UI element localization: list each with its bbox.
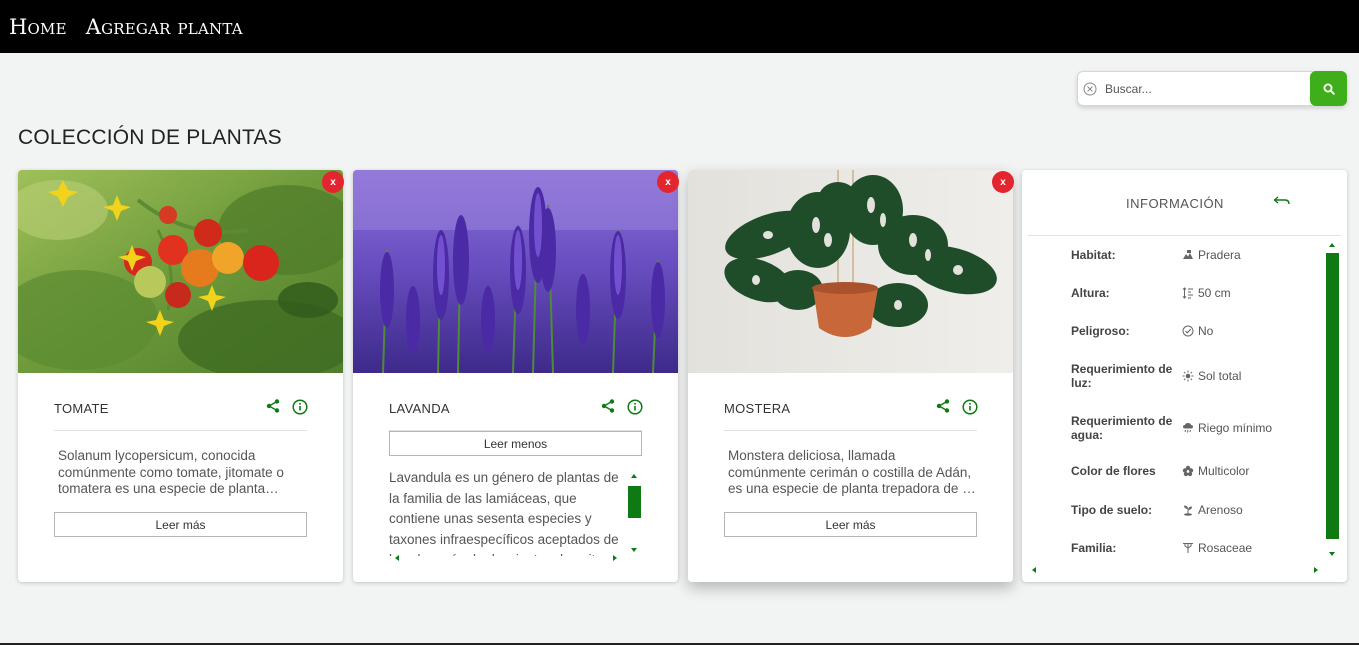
scroll-right-arrow-icon[interactable] (1314, 567, 1318, 573)
info-value: Arenoso (1198, 503, 1243, 517)
info-icon[interactable] (962, 399, 978, 415)
height-icon (1182, 287, 1194, 299)
info-row-color-flores: Color de flores Multicolor (1071, 464, 1321, 478)
info-label: Peligroso: (1071, 324, 1130, 338)
share-icon[interactable] (936, 399, 950, 415)
plant-card-mostera: x MOSTERA Monstera deliciosa, llamada co… (688, 170, 1014, 582)
read-more-button[interactable]: Leer más (54, 512, 307, 537)
vertical-scrollbar[interactable] (627, 468, 641, 556)
sprout-icon (1182, 504, 1194, 516)
horizontal-scrollbar[interactable] (389, 553, 621, 563)
info-value: Sol total (1198, 369, 1242, 383)
info-row-tipo-suelo: Tipo de suelo: Arenoso (1071, 503, 1321, 517)
info-value: Multicolor (1198, 464, 1250, 478)
info-panel-title: INFORMACIÓN (1126, 196, 1224, 211)
divider (724, 430, 977, 431)
landscape-icon (1182, 249, 1194, 261)
card-title: TOMATE (54, 401, 109, 416)
scroll-left-arrow-icon[interactable] (395, 555, 399, 561)
clear-search-icon[interactable] (1083, 82, 1097, 96)
info-label: Tipo de suelo: (1071, 503, 1153, 517)
info-icon[interactable] (627, 399, 643, 415)
scroll-down-arrow-icon[interactable] (631, 548, 637, 552)
plant-image-mostera (688, 170, 1013, 373)
page-title: COLECCIÓN DE PLANTAS (18, 126, 282, 149)
search-box (1077, 71, 1347, 106)
sun-icon (1182, 370, 1194, 382)
check-circle-icon (1182, 325, 1194, 337)
info-value: Pradera (1198, 248, 1241, 262)
info-label: Requerimiento de agua: (1071, 414, 1173, 442)
plant-card-tomate: x TOMATE Solanum lycopersicum, conocida … (18, 170, 344, 582)
info-icon[interactable] (292, 399, 308, 415)
info-value: No (1198, 324, 1214, 338)
scroll-down-arrow-icon[interactable] (1329, 552, 1335, 556)
scrollbar-thumb[interactable] (1326, 253, 1339, 539)
info-label: Familia: (1071, 541, 1117, 555)
vertical-scrollbar[interactable] (1325, 240, 1339, 558)
flower-icon (1182, 465, 1194, 477)
info-value: Riego mínimo (1198, 421, 1273, 435)
card-title: MOSTERA (724, 401, 791, 416)
delete-card-button[interactable]: x (992, 171, 1014, 193)
info-label: Altura: (1071, 286, 1110, 300)
info-value: 50 cm (1198, 286, 1231, 300)
top-navbar: Home Agregar planta (0, 0, 1359, 53)
info-row-altura: Altura: 50 cm (1071, 286, 1321, 300)
search-input[interactable] (1105, 81, 1300, 96)
plant-image-lavanda (353, 170, 678, 373)
info-label: Color de flores (1071, 464, 1156, 478)
delete-card-button[interactable]: x (322, 171, 344, 193)
divider (1028, 235, 1341, 236)
back-arrow-icon[interactable] (1273, 195, 1291, 207)
card-description: Lavandula es un género de plantas de la … (389, 470, 619, 556)
info-label: Requerimiento de luz: (1071, 362, 1173, 390)
scroll-right-arrow-icon[interactable] (613, 555, 617, 561)
plant-card-lavanda: x LAVANDA Leer menos Lavandula es un gén… (353, 170, 679, 582)
info-row-agua: Requerimiento de agua: Riego mínimo (1071, 414, 1321, 442)
divider (54, 430, 307, 431)
search-icon (1323, 83, 1335, 95)
horizontal-scrollbar[interactable] (1032, 565, 1322, 575)
plant-info-panel: INFORMACIÓN Habitat: Pradera Altura: 50 … (1022, 170, 1347, 582)
nav-home-link[interactable]: Home (9, 15, 67, 39)
scrollbar-thumb[interactable] (628, 486, 641, 518)
scroll-up-arrow-icon[interactable] (631, 474, 637, 478)
description-scroll-area[interactable]: Lavandula es un género de plantas de la … (389, 468, 641, 563)
family-tree-icon (1182, 542, 1194, 554)
scroll-up-arrow-icon[interactable] (1329, 243, 1335, 247)
delete-card-button[interactable]: x (657, 171, 679, 193)
plant-image-tomate (18, 170, 343, 373)
info-row-habitat: Habitat: Pradera (1071, 248, 1321, 262)
scroll-left-arrow-icon[interactable] (1032, 567, 1036, 573)
info-row-peligroso: Peligroso: No (1071, 324, 1321, 338)
rain-icon (1182, 422, 1194, 434)
info-row-luz: Requerimiento de luz: Sol total (1071, 362, 1321, 390)
read-less-button[interactable]: Leer menos (389, 431, 642, 456)
card-description: Monstera deliciosa, llamada comúnmente c… (728, 448, 973, 496)
info-label: Habitat: (1071, 248, 1116, 262)
card-description: Solanum lycopersicum, conocida comúnment… (58, 448, 284, 496)
card-title: LAVANDA (389, 401, 450, 416)
nav-add-plant-link[interactable]: Agregar planta (86, 15, 243, 39)
search-button[interactable] (1310, 71, 1347, 106)
share-icon[interactable] (266, 399, 280, 415)
share-icon[interactable] (601, 399, 615, 415)
info-row-familia: Familia: Rosaceae (1071, 541, 1321, 555)
read-more-button[interactable]: Leer más (724, 512, 977, 537)
info-value: Rosaceae (1198, 541, 1253, 555)
